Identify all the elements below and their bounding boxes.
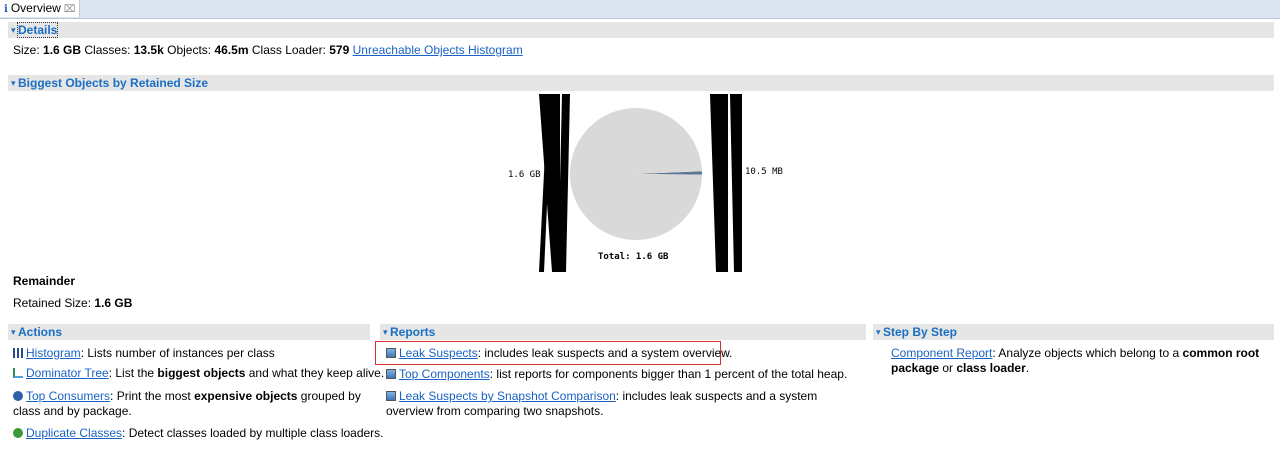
collapse-icon[interactable]: ▾ bbox=[11, 324, 16, 340]
histogram-link[interactable]: Histogram bbox=[26, 346, 81, 360]
step-component-report: Component Report: Analyze objects which … bbox=[891, 346, 1261, 376]
details-section-title[interactable]: Details bbox=[16, 22, 59, 38]
details-section-header[interactable]: ▾ Details bbox=[8, 22, 1274, 38]
report-leak-suspects: Leak Suspects: includes leak suspects an… bbox=[386, 346, 733, 361]
collapse-icon[interactable]: ▾ bbox=[11, 22, 16, 38]
retained-size-value: 1.6 GB bbox=[94, 296, 133, 310]
component-report-desc-pre: : Analyze objects which belong to a bbox=[992, 346, 1183, 360]
report-icon bbox=[386, 348, 396, 358]
close-icon[interactable]: ⌧ bbox=[64, 4, 76, 15]
pie-side-right-inner bbox=[730, 94, 742, 272]
pie-label-right: 10.5 MB bbox=[745, 167, 783, 177]
top-components-link[interactable]: Top Components bbox=[399, 367, 490, 381]
retained-size-line: Retained Size: 1.6 GB bbox=[13, 296, 132, 311]
actions-section-title[interactable]: Actions bbox=[18, 325, 62, 339]
step-by-step-section-header[interactable]: ▾ Step By Step bbox=[873, 324, 1274, 340]
tab-overview-label: Overview bbox=[10, 1, 61, 15]
report-icon bbox=[386, 391, 396, 401]
dominator-desc-bold: biggest objects bbox=[157, 366, 246, 380]
class-loader-value: 579 bbox=[329, 43, 350, 57]
component-report-desc-mid: or bbox=[939, 361, 957, 375]
histogram-icon bbox=[13, 348, 23, 358]
size-value: 1.6 GB bbox=[43, 43, 82, 57]
selection-title: Remainder bbox=[13, 274, 76, 288]
reports-section-title[interactable]: Reports bbox=[390, 325, 435, 339]
tab-overview[interactable]: i Overview ⌧ bbox=[0, 0, 80, 17]
action-top-consumers: Top Consumers: Print the most expensive … bbox=[13, 389, 363, 419]
component-report-desc-post: . bbox=[1025, 361, 1030, 375]
collapse-icon[interactable]: ▾ bbox=[876, 324, 881, 340]
collapse-icon[interactable]: ▾ bbox=[11, 75, 16, 91]
actions-section-header[interactable]: ▾ Actions bbox=[8, 324, 370, 340]
report-icon bbox=[386, 369, 396, 379]
duplicate-classes-link[interactable]: Duplicate Classes bbox=[26, 426, 122, 440]
pie-slices bbox=[570, 107, 702, 240]
dominator-desc-post: and what they keep alive. bbox=[245, 366, 385, 380]
info-icon: i bbox=[4, 4, 8, 15]
unreachable-objects-histogram-link[interactable]: Unreachable Objects Histogram bbox=[353, 43, 523, 57]
collapse-icon[interactable]: ▾ bbox=[383, 324, 388, 340]
action-dominator-tree: Dominator Tree: List the biggest objects… bbox=[13, 366, 384, 381]
classes-value: 13.5k bbox=[133, 43, 164, 57]
reports-section-header[interactable]: ▾ Reports bbox=[380, 324, 866, 340]
editor-tab-bar: i Overview ⌧ bbox=[0, 0, 1280, 19]
leak-suspects-desc: : includes leak suspects and a system ov… bbox=[477, 346, 733, 360]
dominator-tree-link[interactable]: Dominator Tree bbox=[26, 366, 109, 380]
dominator-tree-icon bbox=[13, 368, 23, 378]
action-duplicate-classes: Duplicate Classes: Detect classes loaded… bbox=[13, 426, 384, 441]
objects-value: 46.5m bbox=[214, 43, 249, 57]
top-components-desc: : list reports for components bigger tha… bbox=[489, 367, 848, 381]
details-line: Size: 1.6 GB Classes: 13.5k Objects: 46.… bbox=[13, 43, 523, 58]
step-by-step-section-title[interactable]: Step By Step bbox=[883, 325, 957, 339]
biggest-objects-section-header[interactable]: ▾ Biggest Objects by Retained Size bbox=[8, 75, 1274, 91]
leak-suspects-comparison-link[interactable]: Leak Suspects by Snapshot Comparison bbox=[399, 389, 616, 403]
dominator-desc-pre: : List the bbox=[108, 366, 158, 380]
biggest-objects-section-title[interactable]: Biggest Objects by Retained Size bbox=[18, 76, 208, 90]
class-loader-label: Class Loader: bbox=[251, 43, 326, 57]
component-report-link[interactable]: Component Report bbox=[891, 346, 992, 360]
pie-label-left: 1.6 GB bbox=[508, 170, 541, 180]
report-leak-suspects-comparison: Leak Suspects by Snapshot Comparison: in… bbox=[386, 389, 856, 419]
histogram-desc: : Lists number of instances per class bbox=[80, 346, 275, 360]
retained-size-label: Retained Size: bbox=[13, 296, 92, 310]
retained-size-pie-chart[interactable] bbox=[530, 92, 760, 276]
pie-total-label: Total: 1.6 GB bbox=[598, 252, 669, 262]
pie-side-right-outer bbox=[710, 94, 728, 272]
action-histogram: Histogram: Lists number of instances per… bbox=[13, 346, 275, 361]
component-report-desc-bold2: class loader bbox=[956, 361, 1026, 375]
report-top-components: Top Components: list reports for compone… bbox=[386, 367, 847, 382]
objects-label: Objects: bbox=[167, 43, 212, 57]
leak-suspects-link[interactable]: Leak Suspects bbox=[399, 346, 478, 360]
duplicate-classes-icon bbox=[13, 428, 23, 438]
classes-label: Classes: bbox=[84, 43, 131, 57]
top-consumers-desc-bold: expensive objects bbox=[194, 389, 298, 403]
top-consumers-icon bbox=[13, 391, 23, 401]
duplicate-classes-desc: : Detect classes loaded by multiple clas… bbox=[122, 426, 384, 440]
top-consumers-desc-pre: : Print the most bbox=[110, 389, 195, 403]
top-consumers-link[interactable]: Top Consumers bbox=[26, 389, 110, 403]
size-label: Size: bbox=[13, 43, 40, 57]
